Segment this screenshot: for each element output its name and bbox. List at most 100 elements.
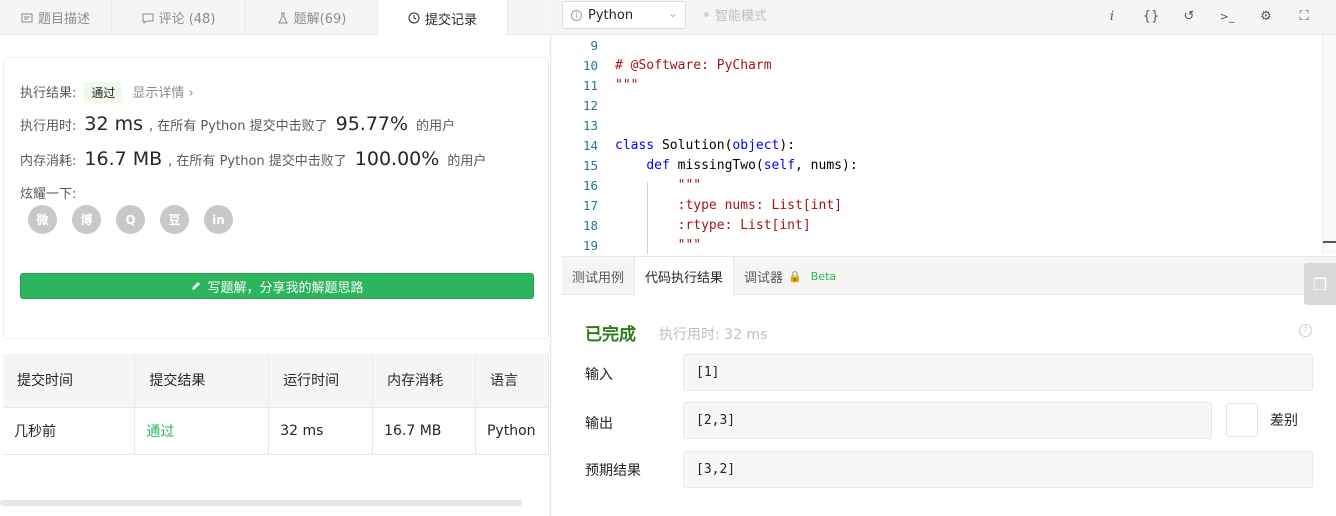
description-icon [21, 13, 33, 22]
line-number: 15 [582, 158, 598, 173]
runtime-label: 执行用时: [20, 119, 77, 134]
diff-checkbox[interactable] [1226, 403, 1258, 437]
pencil-icon [192, 282, 201, 290]
memory-suffix: 的用户 [447, 154, 487, 169]
code-line: :type nums: List[int] [615, 198, 842, 213]
beta-badge: Beta [806, 270, 841, 283]
table-row[interactable]: 几秒前 通过 32 ms 16.7 MB Python [3, 406, 550, 455]
memory-row: 内存消耗: 16.7 MB , 在所有 Python 提交中击败了 100.00… [20, 148, 486, 170]
expected-label: 预期结果 [585, 463, 641, 479]
cell-result-link[interactable]: 通过 [134, 406, 270, 455]
col-header-language: 语言 [475, 354, 550, 407]
linkedin-icon[interactable]: in [204, 205, 233, 234]
line-number: 11 [582, 78, 598, 93]
line-number: 13 [582, 118, 598, 133]
clock-icon [408, 12, 420, 24]
chevron-down-icon: ⌄ [668, 9, 677, 20]
wechat-icon[interactable]: 微 [28, 205, 57, 234]
show-details-link[interactable]: 显示详情 › [132, 82, 193, 101]
tab-debugger[interactable]: 调试器 🔒 Beta [734, 257, 850, 296]
tab-run-result[interactable]: 代码执行结果 [634, 257, 735, 296]
tab-comments[interactable]: 评论 (48) [112, 0, 246, 35]
runtime-text: , 在所有 Python 提交中击败了 [149, 119, 328, 134]
tab-description-label: 题目描述 [37, 12, 90, 27]
write-solution-label: 写题解，分享我的解题思路 [207, 280, 364, 296]
code-line: """ [615, 238, 702, 253]
lock-icon: 🔒 [788, 270, 802, 283]
line-number: 19 [582, 238, 598, 253]
run-time: 执行用时: 32 ms [659, 327, 768, 343]
info-circle-icon: i [571, 9, 582, 21]
write-solution-button[interactable]: 写题解，分享我的解题思路 [20, 273, 534, 299]
col-header-memory: 内存消耗 [372, 354, 476, 407]
horizontal-scrollbar[interactable] [0, 500, 522, 506]
smart-mode-dot-icon [704, 12, 709, 17]
line-number: 12 [582, 98, 598, 113]
code-line: # @Software: PyCharm [615, 58, 772, 73]
line-number: 16 [582, 178, 598, 193]
tab-submissions[interactable]: 提交记录 [378, 0, 508, 36]
right-panel: i Python ⌄ 智能模式 i {} ↺ >_ ⚙ ⛶ 9 10 # @So… [552, 0, 1336, 516]
result-label: 执行结果: [20, 86, 77, 101]
qq-icon[interactable]: Q [116, 205, 145, 234]
col-header-result: 提交结果 [134, 354, 270, 407]
tab-testcase-label: 测试用例 [572, 271, 625, 286]
output-value-box: [2,3] [683, 402, 1212, 439]
code-line: class Solution(object): [615, 138, 796, 153]
line-number: 18 [582, 218, 598, 233]
tab-submissions-label: 提交记录 [424, 12, 477, 28]
tab-run-result-label: 代码执行结果 [645, 271, 724, 286]
memory-text: , 在所有 Python 提交中击败了 [168, 154, 347, 169]
comment-icon [142, 13, 154, 24]
cell-memory: 16.7 MB [372, 406, 476, 455]
runtime-row: 执行用时: 32 ms , 在所有 Python 提交中击败了 95.77% 的… [20, 113, 455, 135]
col-header-runtime: 运行时间 [268, 354, 374, 407]
expected-value-box: [3,2] [683, 451, 1313, 488]
runtime-value: 32 ms [84, 113, 144, 135]
douban-icon[interactable]: 豆 [160, 205, 189, 234]
fullscreen-icon[interactable]: ⛶ [1294, 6, 1314, 26]
diff-toggle[interactable]: 差别 [1226, 402, 1336, 438]
diff-label: 差别 [1270, 413, 1298, 429]
runtime-percent: 95.77% [335, 113, 409, 135]
input-value-box: [1] [683, 354, 1313, 391]
tab-solutions[interactable]: 题解(69) [246, 0, 378, 35]
tab-comments-label: 评论 (48) [158, 12, 216, 27]
table-header-row: 提交时间 提交结果 运行时间 内存消耗 语言 [3, 354, 550, 407]
smart-mode-label: 智能模式 [715, 9, 768, 24]
memory-percent: 100.00% [354, 148, 440, 170]
code-line: """ [615, 178, 702, 193]
reset-icon[interactable]: ↺ [1179, 6, 1199, 26]
run-status: 已完成 [585, 325, 636, 345]
smart-mode-toggle[interactable]: 智能模式 [704, 5, 767, 24]
help-icon[interactable]: ? [1299, 324, 1312, 337]
settings-icon[interactable]: ⚙ [1256, 6, 1276, 26]
console-icon[interactable]: >_ [1217, 6, 1237, 26]
tab-description[interactable]: 题目描述 [0, 0, 112, 35]
copy-icon[interactable]: ❐ [1304, 263, 1336, 305]
weibo-icon[interactable]: 博 [72, 205, 101, 234]
editor-scrollbar[interactable] [1322, 36, 1336, 254]
cell-runtime: 32 ms [268, 406, 374, 455]
braces-icon[interactable]: {} [1141, 6, 1161, 26]
tab-solutions-label: 题解(69) [293, 12, 347, 27]
status-badge: 通过 [84, 82, 123, 103]
share-icons: 微 博 Q 豆 in [28, 205, 233, 234]
app-root: 题目描述 评论 (48) 题解(69) 提交记录 执行结果: 通过 显示详情 › [0, 0, 1336, 516]
line-number: 17 [582, 198, 598, 213]
tab-testcase[interactable]: 测试用例 [562, 257, 634, 296]
language-select[interactable]: i Python ⌄ [562, 1, 686, 29]
console-tab-bar: 测试用例 代码执行结果 调试器 🔒 Beta [562, 256, 1336, 296]
input-label: 输入 [585, 367, 613, 383]
editor-toolbar: i Python ⌄ 智能模式 i {} ↺ >_ ⚙ ⛶ [552, 0, 1336, 35]
submissions-table: 提交时间 提交结果 运行时间 内存消耗 语言 几秒前 通过 32 ms 16.7… [3, 354, 550, 455]
line-number: 9 [590, 38, 598, 53]
left-tab-bar: 题目描述 评论 (48) 题解(69) 提交记录 [0, 0, 551, 36]
left-panel: 题目描述 评论 (48) 题解(69) 提交记录 执行结果: 通过 显示详情 › [0, 0, 551, 516]
line-number: 14 [582, 138, 598, 153]
info-icon[interactable]: i [1102, 6, 1122, 26]
code-editor[interactable]: 9 10 # @Software: PyCharm 11 """ 12 13 1… [562, 36, 1322, 254]
scroll-position-marker [1323, 241, 1336, 243]
memory-value: 16.7 MB [84, 148, 163, 170]
result-status-row: 执行结果: 通过 显示详情 › [20, 82, 194, 103]
